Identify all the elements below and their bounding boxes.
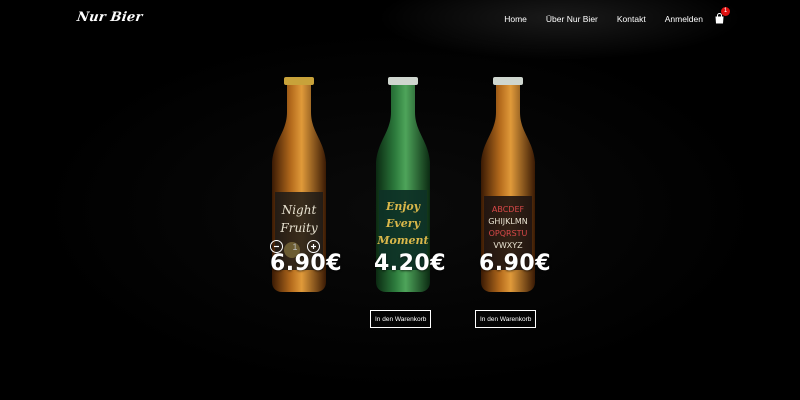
quantity-stepper: 1 bbox=[270, 240, 320, 253]
svg-text:Every: Every bbox=[385, 217, 422, 230]
add-to-cart-button[interactable]: In den Warenkorb bbox=[475, 310, 537, 328]
svg-text:Moment: Moment bbox=[376, 234, 428, 247]
product-card-enjoy-every-moment: Enjoy Every Moment 4.20€ bbox=[348, 72, 458, 342]
cart-button[interactable]: 1 bbox=[714, 7, 730, 25]
svg-text:Night: Night bbox=[281, 203, 317, 217]
svg-text:OPQRSTU: OPQRSTU bbox=[489, 229, 528, 238]
svg-text:ABCDEF: ABCDEF bbox=[492, 205, 525, 214]
quantity-decrease-button[interactable] bbox=[270, 240, 283, 253]
add-to-cart-button[interactable]: In den Warenkorb bbox=[370, 310, 432, 328]
product-price: 6.90€ bbox=[478, 251, 552, 276]
plus-circle-icon bbox=[311, 244, 316, 249]
main-nav: Home Über Nur Bier Kontakt Anmelden 1 bbox=[504, 7, 730, 25]
product-card-night-fruity: Night Fruity 6.90€ bbox=[244, 72, 354, 342]
svg-text:VWXYZ: VWXYZ bbox=[493, 241, 523, 250]
nav-home[interactable]: Home bbox=[504, 14, 527, 24]
brand-logo[interactable]: Nur Bier bbox=[76, 10, 143, 25]
product-card-alphabet: ABCDEF GHIJKLMN OPQRSTU VWXYZ 6.90€ bbox=[453, 72, 563, 342]
svg-text:Enjoy: Enjoy bbox=[385, 200, 422, 213]
quantity-increase-button[interactable] bbox=[307, 240, 320, 253]
svg-text:GHIJKLMN: GHIJKLMN bbox=[488, 217, 528, 226]
page: Nur Bier Home Über Nur Bier Kontakt Anme… bbox=[0, 0, 800, 400]
nav-about[interactable]: Über Nur Bier bbox=[546, 14, 598, 24]
quantity-value: 1 bbox=[292, 241, 298, 252]
cart-count-badge: 1 bbox=[721, 7, 730, 16]
svg-text:Fruity: Fruity bbox=[279, 221, 317, 235]
minus-circle-icon bbox=[274, 245, 279, 248]
nav-login[interactable]: Anmelden bbox=[665, 14, 703, 24]
nav-contact[interactable]: Kontakt bbox=[617, 14, 646, 24]
